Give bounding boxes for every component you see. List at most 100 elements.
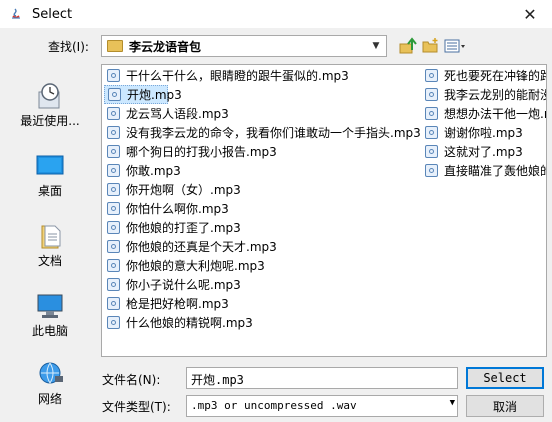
file-item[interactable]: 干什么干什么，眼睛瞪的跟牛蛋似的.mp3 [104,66,349,85]
file-name: 我李云龙别的能耐没 [444,88,546,102]
place-desktop-label: 桌面 [37,184,62,198]
audio-file-icon [425,107,438,120]
place-network[interactable]: 网络 [6,352,94,412]
place-documents-label: 文档 [37,254,62,268]
file-item[interactable]: 你他娘的还真是个天才.mp3 [104,237,277,256]
look-in-value: 李云龙语音包 [129,39,202,54]
file-item[interactable]: 没有我李云龙的命令，我看你们谁敢动一个手指头.mp3 [104,123,421,142]
file-item[interactable]: 什么他娘的精锐啊.mp3 [104,313,253,332]
window-title: Select [32,6,73,22]
view-menu-button[interactable] [443,36,467,56]
file-item[interactable]: 这就对了.mp3 [422,142,523,161]
file-type-label: 文件类型(T): [102,400,171,414]
network-icon [35,360,65,388]
file-item[interactable]: 枪是把好枪啊.mp3 [104,294,229,313]
file-item[interactable]: 哪个狗日的打我小报告.mp3 [104,142,277,161]
audio-file-icon [425,126,438,139]
audio-file-icon [425,145,438,158]
recent-icon [35,82,65,110]
audio-file-icon [107,126,120,139]
file-item[interactable]: 你小子说什么呢.mp3 [104,275,241,294]
cancel-button[interactable]: 取消 [466,395,544,417]
audio-file-icon [425,69,438,82]
file-name: 你开炮啊（女）.mp3 [126,183,241,197]
close-icon: ✕ [523,4,537,24]
audio-file-icon [107,259,120,272]
file-column-2: 死也要死在冲锋的路 我李云龙别的能耐没 想想办法干他一炮.m 谢谢你啦.mp3 … [422,65,546,355]
file-name: 没有我李云龙的命令，我看你们谁敢动一个手指头.mp3 [126,126,421,140]
audio-file-icon [425,88,438,101]
file-item[interactable]: 你敢.mp3 [104,161,181,180]
audio-file-icon [107,69,120,82]
file-name-input[interactable]: 开炮.mp3 [186,367,458,389]
chevron-down-icon: ▼ [372,41,380,51]
file-name: 龙云骂人语段.mp3 [126,107,229,121]
places-bar: 最近使用... 桌面 文档 此电脑 网络 [6,64,94,414]
close-button[interactable]: ✕ [508,0,552,28]
place-recent-label: 最近使用... [20,114,80,128]
file-name: 你怕什么啊你.mp3 [126,202,229,216]
file-name: 谢谢你啦.mp3 [444,126,523,140]
new-folder-icon [422,38,438,53]
place-computer[interactable]: 此电脑 [6,284,94,344]
audio-file-icon [107,221,120,234]
file-name: 这就对了.mp3 [444,145,523,159]
file-name: 你小子说什么呢.mp3 [126,278,241,292]
select-button[interactable]: Select [466,367,544,389]
place-computer-label: 此电脑 [31,324,68,338]
look-in-label: 查找(I): [48,40,89,54]
file-name: 你他娘的意大利炮呢.mp3 [126,259,265,273]
place-desktop[interactable]: 桌面 [6,144,94,204]
file-item[interactable]: 龙云骂人语段.mp3 [104,104,229,123]
file-type-value: .mp3 or uncompressed .wav [191,399,357,412]
audio-file-icon [107,164,120,177]
new-folder-button[interactable] [421,36,441,56]
file-item[interactable]: 死也要死在冲锋的路 [422,66,546,85]
audio-file-icon [425,164,438,177]
up-folder-icon [399,37,417,54]
file-name: 死也要死在冲锋的路 [444,69,546,83]
chevron-down-icon: ▼ [449,398,455,408]
file-name: 你敢.mp3 [126,164,181,178]
audio-file-icon [107,240,120,253]
file-item[interactable]: 你他娘的打歪了.mp3 [104,218,241,237]
file-name: 你他娘的打歪了.mp3 [126,221,241,235]
audio-file-icon [107,297,120,310]
file-name: 开炮.mp3 [127,88,182,102]
audio-file-icon [107,145,120,158]
place-network-label: 网络 [37,392,62,406]
file-item-selected[interactable]: 开炮.mp3 [104,85,182,104]
file-name: 干什么干什么，眼睛瞪的跟牛蛋似的.mp3 [126,69,349,83]
audio-file-icon [107,316,120,329]
list-view-icon [444,39,465,53]
file-item[interactable]: 你他娘的意大利炮呢.mp3 [104,256,265,275]
computer-icon [35,292,65,320]
file-name: 枪是把好枪啊.mp3 [126,297,229,311]
file-item[interactable]: 你开炮啊（女）.mp3 [104,180,241,199]
file-item[interactable]: 你怕什么啊你.mp3 [104,199,229,218]
file-name: 哪个狗日的打我小报告.mp3 [126,145,277,159]
file-item[interactable]: 直接瞄准了轰他娘的 [422,161,546,180]
file-item[interactable]: 谢谢你啦.mp3 [422,123,523,142]
file-name: 想想办法干他一炮.m [444,107,546,121]
file-name: 什么他娘的精锐啊.mp3 [126,316,253,330]
file-list[interactable]: 干什么干什么，眼睛瞪的跟牛蛋似的.mp3 开炮.mp3 龙云骂人语段.mp3 没… [101,64,547,357]
audio-file-icon [108,88,121,101]
place-recent[interactable]: 最近使用... [6,74,94,134]
audio-file-icon [107,278,120,291]
desktop-icon [35,152,65,180]
file-item[interactable]: 想想办法干他一炮.m [422,104,546,123]
file-name: 你他娘的还真是个天才.mp3 [126,240,277,254]
look-in-combo[interactable]: 李云龙语音包 ▼ [101,35,387,57]
file-name: 直接瞄准了轰他娘的 [444,164,546,178]
java-app-icon [12,8,20,19]
audio-file-icon [107,202,120,215]
file-item[interactable]: 我李云龙别的能耐没 [422,85,546,104]
up-folder-button[interactable] [398,36,418,56]
audio-file-icon [107,107,120,120]
folder-icon [107,40,123,52]
place-documents[interactable]: 文档 [6,214,94,274]
title-bar: Select ✕ [0,0,552,28]
file-type-select[interactable]: .mp3 or uncompressed .wav ▼ [186,395,458,417]
documents-icon [35,222,65,250]
